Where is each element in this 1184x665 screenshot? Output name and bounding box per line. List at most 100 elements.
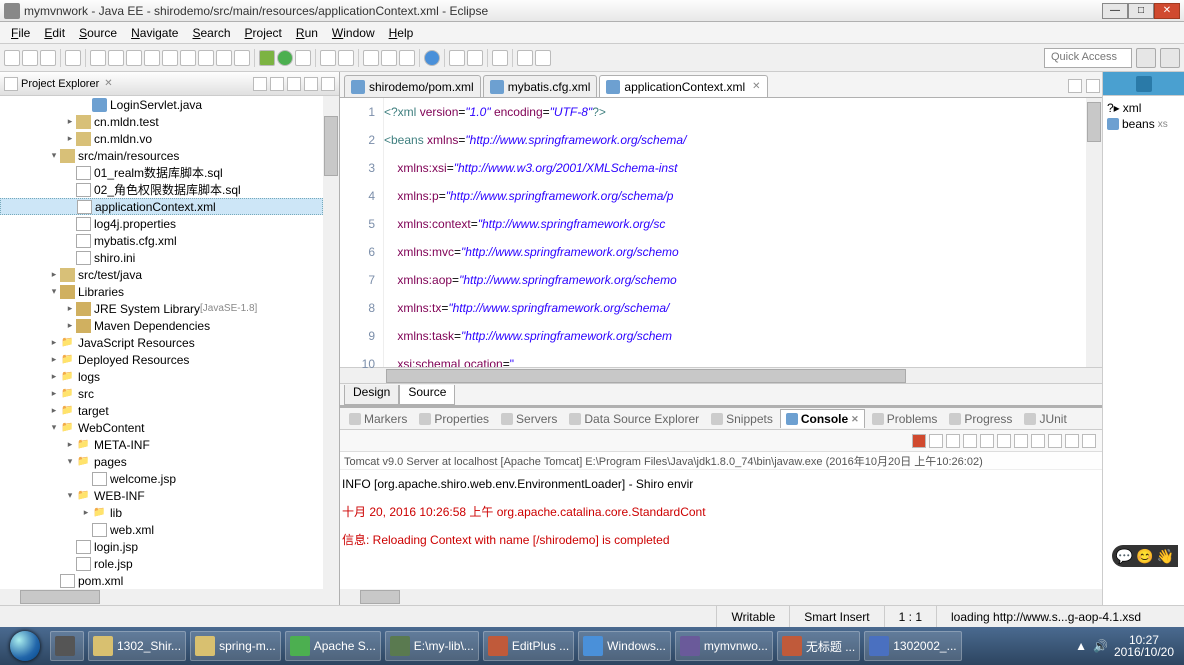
step-return-icon[interactable] [216, 50, 232, 66]
maximize-console-icon[interactable] [1082, 434, 1096, 448]
open-type-icon[interactable] [363, 50, 379, 66]
taskbar-app[interactable]: 1302002_... [864, 631, 961, 661]
menu-search[interactable]: Search [185, 24, 237, 42]
tree-item[interactable]: ▸📁META-INF [0, 436, 323, 453]
resume-icon[interactable] [108, 50, 124, 66]
tree-toggle-icon[interactable]: ▸ [64, 116, 76, 127]
taskbar-app[interactable]: 无标题 ... [777, 631, 860, 661]
run-icon[interactable] [277, 50, 293, 66]
drop-frame-icon[interactable] [234, 50, 250, 66]
window-close-button[interactable]: ✕ [1154, 3, 1180, 19]
tree-item[interactable]: role.jsp [0, 555, 323, 572]
code-line[interactable]: xmlns:p="http://www.springframework.org/… [384, 182, 1086, 210]
step-into-icon[interactable] [180, 50, 196, 66]
tray-icon[interactable]: 🔊 [1093, 639, 1108, 653]
remove-all-terminated-icon[interactable] [946, 434, 960, 448]
view-tab-junit[interactable]: JUnit [1019, 410, 1071, 428]
project-explorer-tab[interactable]: Project Explorer ✕ [0, 72, 339, 96]
tree-toggle-icon[interactable]: ▸ [64, 320, 76, 331]
new-server-icon[interactable] [320, 50, 336, 66]
tree-item[interactable]: 02_角色权限数据库脚本.sql [0, 181, 323, 198]
start-button[interactable] [4, 630, 46, 662]
collapse-all-icon[interactable] [253, 77, 267, 91]
tree-item[interactable]: web.xml [0, 521, 323, 538]
view-tab-problems[interactable]: Problems [867, 410, 943, 428]
forward-icon[interactable] [535, 50, 551, 66]
view-close-icon[interactable]: ✕ [104, 78, 112, 89]
outline-beans[interactable]: beans xs [1107, 116, 1180, 132]
editor-tab[interactable]: shirodemo/pom.xml [344, 75, 481, 97]
save-icon[interactable] [22, 50, 38, 66]
console-hscrollbar[interactable] [340, 589, 1102, 605]
close-tab-icon[interactable]: ✕ [752, 81, 760, 92]
tree-item[interactable]: ▸JRE System Library [JavaSE-1.8] [0, 300, 323, 317]
step-over-icon[interactable] [198, 50, 214, 66]
annotation-prev-icon[interactable] [449, 50, 465, 66]
system-tray[interactable]: ▲ 🔊 10:27 2016/10/20 [1075, 634, 1180, 658]
tree-item[interactable]: ▸Maven Dependencies [0, 317, 323, 334]
tree-item[interactable]: log4j.properties [0, 215, 323, 232]
menu-project[interactable]: Project [238, 24, 289, 42]
taskbar-pinned-app[interactable] [50, 631, 84, 661]
tree-toggle-icon[interactable]: ▾ [48, 150, 60, 161]
editor-tab[interactable]: mybatis.cfg.xml [483, 75, 598, 97]
tree-toggle-icon[interactable]: ▾ [48, 286, 60, 297]
tree-item[interactable]: mybatis.cfg.xml [0, 232, 323, 249]
code-area[interactable]: <?xml version="1.0" encoding="UTF-8"?><b… [384, 98, 1086, 367]
open-web-browser-icon[interactable] [424, 50, 440, 66]
run-last-icon[interactable] [295, 50, 311, 66]
word-wrap-icon[interactable] [997, 434, 1011, 448]
emoji-widget[interactable]: 💬 😊 👋 [1112, 545, 1178, 567]
annotation-next-icon[interactable] [467, 50, 483, 66]
tree-item[interactable]: LoginServlet.java [0, 96, 323, 113]
disconnect-icon[interactable] [162, 50, 178, 66]
view-tab-progress[interactable]: Progress [944, 410, 1017, 428]
tree-item[interactable]: shiro.ini [0, 249, 323, 266]
pin-editor-icon[interactable] [492, 50, 508, 66]
code-line[interactable]: xmlns:xsi="http://www.w3.org/2001/XMLSch… [384, 154, 1086, 182]
search-icon[interactable] [399, 50, 415, 66]
tree-toggle-icon[interactable]: ▾ [64, 490, 76, 501]
code-line[interactable]: xmlns:context="http://www.springframewor… [384, 210, 1086, 238]
view-tab-servers[interactable]: Servers [496, 410, 562, 428]
minimize-console-icon[interactable] [1065, 434, 1079, 448]
tree-item[interactable]: ▸📁JavaScript Resources [0, 334, 323, 351]
maximize-view-icon[interactable] [321, 77, 335, 91]
perspective-javaee-icon[interactable] [1136, 48, 1156, 68]
stop-icon[interactable] [144, 50, 160, 66]
minimize-view-icon[interactable] [304, 77, 318, 91]
menu-edit[interactable]: Edit [37, 24, 72, 42]
tree-item[interactable]: ▸cn.mldn.test [0, 113, 323, 130]
tree-toggle-icon[interactable]: ▸ [48, 405, 60, 416]
tree-toggle-icon[interactable]: ▸ [48, 269, 60, 280]
taskbar-app[interactable]: 1302_Shir... [88, 631, 186, 661]
tree-toggle-icon[interactable]: ▸ [48, 354, 60, 365]
tree-vscrollbar[interactable] [323, 96, 339, 589]
toggle-breadcrumb-icon[interactable] [65, 50, 81, 66]
link-editor-icon[interactable] [270, 77, 284, 91]
remove-terminated-icon[interactable] [929, 434, 943, 448]
tree-item[interactable]: applicationContext.xml [0, 198, 323, 215]
code-line[interactable]: <beans xmlns="http://www.springframework… [384, 126, 1086, 154]
tree-toggle-icon[interactable]: ▾ [48, 422, 60, 433]
menu-run[interactable]: Run [289, 24, 325, 42]
taskbar-app[interactable]: mymvnwo... [675, 631, 773, 661]
scroll-lock-icon[interactable] [980, 434, 994, 448]
tree-toggle-icon[interactable]: ▾ [64, 456, 76, 467]
clear-console-icon[interactable] [963, 434, 977, 448]
tree-item[interactable]: ▸cn.mldn.vo [0, 130, 323, 147]
tree-item[interactable]: ▾Libraries [0, 283, 323, 300]
window-minimize-button[interactable]: — [1102, 3, 1128, 19]
editor-tab[interactable]: applicationContext.xml✕ [599, 75, 767, 97]
source-tab[interactable]: Source [399, 385, 455, 405]
view-tab-properties[interactable]: Properties [414, 410, 494, 428]
tree-item[interactable]: ▾📁pages [0, 453, 323, 470]
minimize-editor-icon[interactable] [1068, 79, 1082, 93]
taskbar-app[interactable]: spring-m... [190, 631, 281, 661]
code-line[interactable]: xmlns:tx="http://www.springframework.org… [384, 294, 1086, 322]
view-menu-icon[interactable] [287, 77, 301, 91]
terminate-icon[interactable] [912, 434, 926, 448]
view-tab-snippets[interactable]: Snippets [706, 410, 778, 428]
menu-file[interactable]: File [4, 24, 37, 42]
tree-toggle-icon[interactable]: ▸ [48, 371, 60, 382]
